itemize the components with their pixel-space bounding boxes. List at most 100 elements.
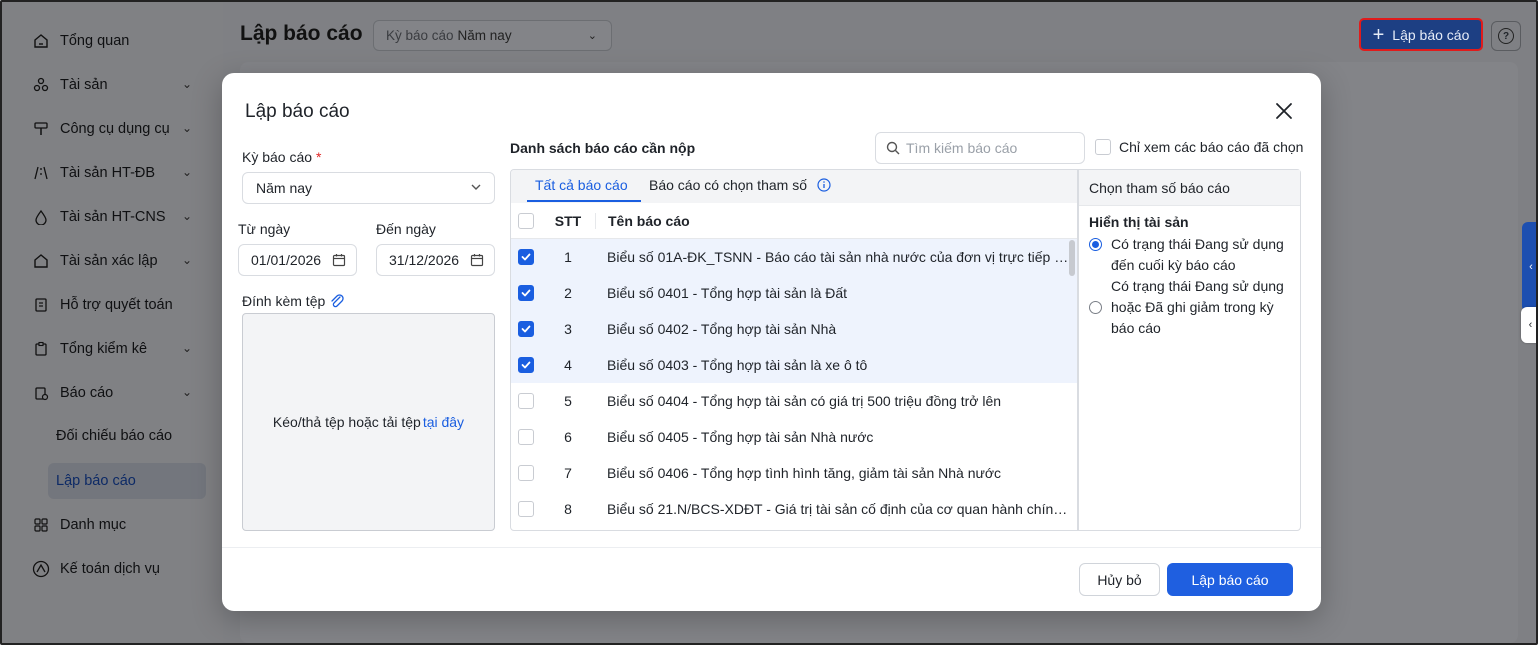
create-report-button[interactable]: + Lập báo cáo: [1359, 18, 1483, 51]
period-value: Năm nay: [457, 28, 512, 43]
column-stt: STT: [554, 212, 582, 229]
close-icon[interactable]: [1274, 101, 1294, 121]
param-panel: Chọn tham số báo cáo Hiển thị tài sản Có…: [1078, 169, 1301, 531]
sidebar-item-ho-tro-quyet-toan[interactable]: Hỗ trợ quyết toán: [32, 290, 202, 320]
sidebar-item-label: Tài sản HT-ĐB: [60, 165, 156, 181]
water-icon: [32, 208, 50, 226]
sidebar-item-danh-muc[interactable]: Danh mục: [32, 510, 202, 540]
calendar-icon: [470, 254, 484, 267]
sidebar-item-cong-cu[interactable]: Công cụ dụng cụ ⌄: [32, 114, 202, 144]
table-row[interactable]: 6 Biểu số 0405 - Tổng hợp tài sản Nhà nướ…: [511, 419, 1077, 455]
sidebar-item-label: Tài sản xác lập: [60, 253, 158, 269]
required-mark: *: [315, 149, 322, 165]
row-checkbox-checked[interactable]: [518, 321, 534, 337]
table-row[interactable]: 5 Biểu số 0404 - Tổng hợp tài sản có giá …: [511, 383, 1077, 419]
param-option-label: Có trạng thái Đang sử dụng đến cuối kỳ b…: [1111, 236, 1284, 273]
sidebar-item-tai-san[interactable]: Tài sản ⌄: [32, 70, 202, 100]
row-stt: 5: [564, 393, 572, 409]
sidebar-item-label: Tổng kiểm kê: [60, 341, 148, 357]
sidebar-subitem-doi-chieu[interactable]: Đối chiếu báo cáo: [56, 428, 172, 444]
param-option-2[interactable]: Có trạng thái Đang sử dụng hoặc Đã ghi g…: [1089, 276, 1294, 339]
chevron-down-icon: ⌄: [181, 77, 192, 91]
only-selected-checkbox[interactable]: [1095, 139, 1111, 155]
chevron-down-icon: ⌄: [587, 30, 597, 42]
row-report-name: Biểu số 0402 - Tổng hợp tài sản Nhà: [607, 321, 837, 337]
table-row[interactable]: 2 Biểu số 0401 - Tổng hợp tài sản là Đất: [511, 275, 1077, 311]
submit-button[interactable]: Lập báo cáo: [1167, 563, 1293, 596]
help-icon: ?: [1498, 28, 1514, 44]
help-button[interactable]: ?: [1491, 21, 1521, 51]
select-all-checkbox[interactable]: [518, 212, 534, 229]
tab-param-reports[interactable]: Báo cáo có chọn tham số: [649, 177, 831, 193]
app-frame: Tổng quan Tài sản ⌄ Công cụ dụng cụ ⌄ Tà…: [0, 0, 1538, 645]
param-option-1[interactable]: Có trạng thái Đang sử dụng đến cuối kỳ b…: [1089, 234, 1294, 276]
side-panel-toggle[interactable]: ‹: [1522, 222, 1536, 312]
calendar-icon: [332, 254, 346, 267]
chevron-left-icon: ‹: [1529, 261, 1533, 273]
home-icon: [32, 32, 50, 50]
side-panel-collapse[interactable]: ‹: [1521, 307, 1536, 343]
sidebar-item-ke-toan-dich-vu[interactable]: Kế toán dịch vụ: [32, 554, 202, 584]
radio-selected[interactable]: [1089, 238, 1102, 251]
sidebar-item-tai-san-ht-cns[interactable]: Tài sản HT-CNS ⌄: [32, 202, 202, 232]
row-checkbox-checked[interactable]: [518, 285, 534, 301]
sidebar-item-bao-cao[interactable]: Báo cáo ⌄: [32, 378, 202, 408]
report-icon: [32, 384, 50, 402]
to-date-input[interactable]: 31/12/2026: [376, 244, 495, 276]
file-drop-zone[interactable]: Kéo/thả tệp hoặc tải tệp tại đây: [242, 313, 495, 531]
from-date-label: Từ ngày: [238, 221, 291, 237]
radio-unselected[interactable]: [1089, 301, 1102, 314]
sidebar-item-label: Kế toán dịch vụ: [60, 561, 160, 577]
row-report-name: Biểu số 0404 - Tổng hợp tài sản có giá t…: [607, 393, 1002, 409]
chevron-down-icon: ⌄: [181, 253, 192, 267]
row-report-name: Biểu số 21.N/BCS-XDĐT - Giá trị tài sản …: [607, 501, 1077, 517]
document-icon: [32, 296, 50, 314]
sidebar-item-label: Tổng quan: [60, 33, 130, 49]
table-row[interactable]: 4 Biểu số 0403 - Tổng hợp tài sản là xe ô…: [511, 347, 1077, 383]
upload-link[interactable]: tại đây: [423, 414, 464, 430]
row-checkbox[interactable]: [518, 501, 534, 517]
from-date-input[interactable]: 01/01/2026: [238, 244, 357, 276]
row-checkbox[interactable]: [518, 393, 534, 409]
sidebar-item-tong-kiem-ke[interactable]: Tổng kiểm kê ⌄: [32, 334, 202, 364]
table-row[interactable]: 8 Biểu số 21.N/BCS-XDĐT - Giá trị tài sản…: [511, 491, 1077, 527]
sidebar-item-label: Hỗ trợ quyết toán: [60, 297, 173, 313]
cancel-button[interactable]: Hủy bỏ: [1079, 563, 1160, 596]
table-scrollbar[interactable]: [1069, 240, 1075, 276]
row-stt: 6: [564, 429, 572, 445]
table-row[interactable]: 3 Biểu số 0402 - Tổng hợp tài sản Nhà: [511, 311, 1077, 347]
row-checkbox-checked[interactable]: [518, 357, 534, 373]
chevron-down-icon: ⌄: [181, 209, 192, 223]
table-row[interactable]: 7 Biểu số 0406 - Tổng hợp tình hình tăng,…: [511, 455, 1077, 491]
from-date-value: 01/01/2026: [251, 252, 322, 268]
tab-param-label: Báo cáo có chọn tham số: [649, 177, 807, 193]
search-input[interactable]: Tìm kiếm báo cáo: [875, 132, 1085, 164]
road-icon: [32, 164, 50, 182]
only-selected-filter[interactable]: Chỉ xem các báo cáo đã chọn: [1095, 139, 1303, 155]
sidebar-item-tai-san-ht-db[interactable]: Tài sản HT-ĐB ⌄: [32, 158, 202, 188]
row-checkbox[interactable]: [518, 429, 534, 445]
tool-icon: [32, 120, 50, 138]
row-checkbox[interactable]: [518, 465, 534, 481]
period-select[interactable]: Kỳ báo cáo Năm nay ⌄: [373, 20, 612, 51]
sidebar-item-label: Báo cáo: [60, 385, 114, 401]
attach-label: Đính kèm tệp: [242, 293, 345, 309]
report-list-title: Danh sách báo cáo cần nộp: [510, 140, 696, 156]
sidebar-item-tong-quan[interactable]: Tổng quan: [32, 26, 202, 56]
tab-all-reports[interactable]: Tất cả báo cáo: [535, 177, 628, 193]
paperclip-icon[interactable]: [329, 293, 345, 309]
table-row[interactable]: 1 Biểu số 01A-ĐK_TSNN - Báo cáo tài sản n…: [511, 239, 1077, 275]
sidebar-item-tai-san-xac-lap[interactable]: Tài sản xác lập ⌄: [32, 246, 202, 276]
row-checkbox-checked[interactable]: [518, 249, 534, 265]
row-stt: 8: [564, 501, 572, 517]
param-option-label: Có trạng thái Đang sử dụng hoặc Đã ghi g…: [1111, 278, 1284, 336]
sidebar-subitem-lap-bao-cao[interactable]: Lập báo cáo: [48, 463, 206, 499]
param-group-title: Hiển thị tài sản: [1089, 214, 1189, 230]
search-icon: [886, 141, 900, 155]
table-header: STT Tên báo cáo: [511, 203, 1077, 239]
period-dropdown[interactable]: Năm nay: [242, 172, 495, 204]
only-selected-label: Chỉ xem các báo cáo đã chọn: [1119, 139, 1304, 155]
to-date-value: 31/12/2026: [389, 252, 460, 268]
info-icon[interactable]: [817, 178, 831, 192]
report-table: Tất cả báo cáo Báo cáo có chọn tham số S…: [510, 169, 1078, 531]
